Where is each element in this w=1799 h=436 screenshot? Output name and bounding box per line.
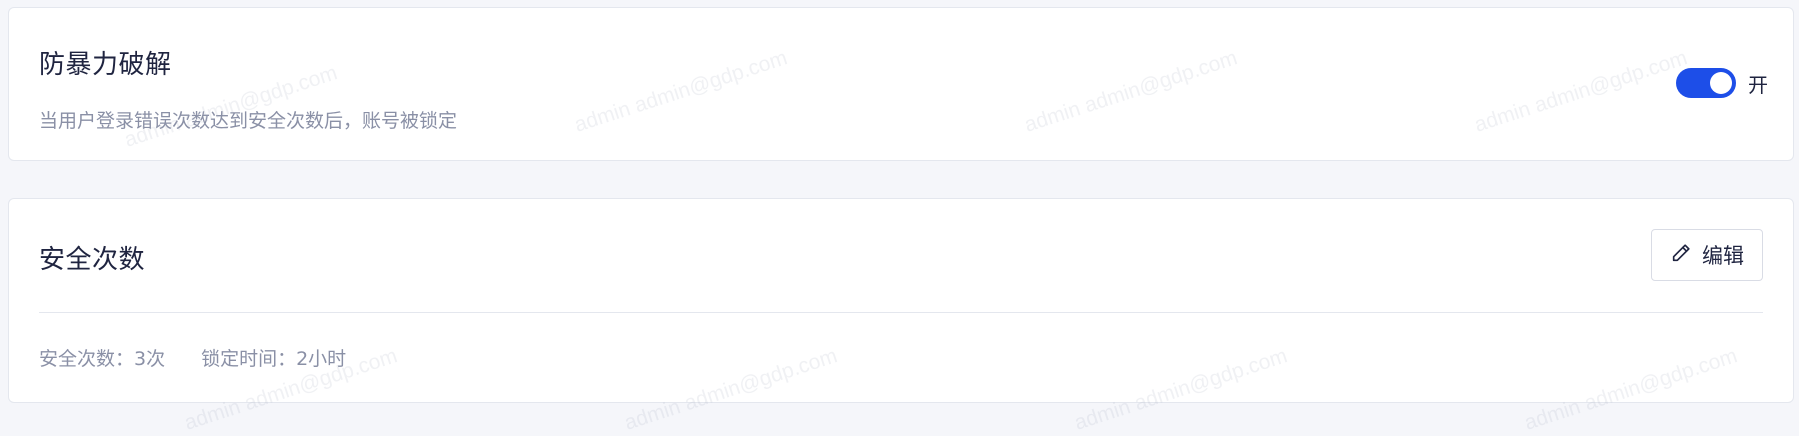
brute-force-description: 当用户登录错误次数达到安全次数后，账号被锁定 — [39, 110, 458, 132]
toggle-knob — [1710, 72, 1732, 94]
brute-force-toggle-group: 开 — [1676, 68, 1768, 98]
brute-force-card: 防暴力破解 当用户登录错误次数达到安全次数后，账号被锁定 开 — [8, 7, 1794, 161]
brute-force-toggle[interactable] — [1676, 68, 1736, 98]
brute-force-title: 防暴力破解 — [39, 50, 172, 80]
security-count-title: 安全次数 — [39, 245, 146, 275]
toggle-state-label: 开 — [1748, 72, 1768, 97]
edit-button-label: 编辑 — [1702, 244, 1744, 268]
security-count-card: 安全次数 编辑 安全次数：3次 锁定时间：2小时 — [8, 198, 1794, 403]
divider — [39, 312, 1763, 313]
pencil-icon — [1670, 242, 1692, 268]
edit-button[interactable]: 编辑 — [1651, 229, 1763, 281]
security-info-row: 安全次数：3次 锁定时间：2小时 — [39, 344, 346, 371]
lock-time-value: 锁定时间：2小时 — [201, 348, 347, 370]
attempts-value: 安全次数：3次 — [39, 348, 166, 370]
